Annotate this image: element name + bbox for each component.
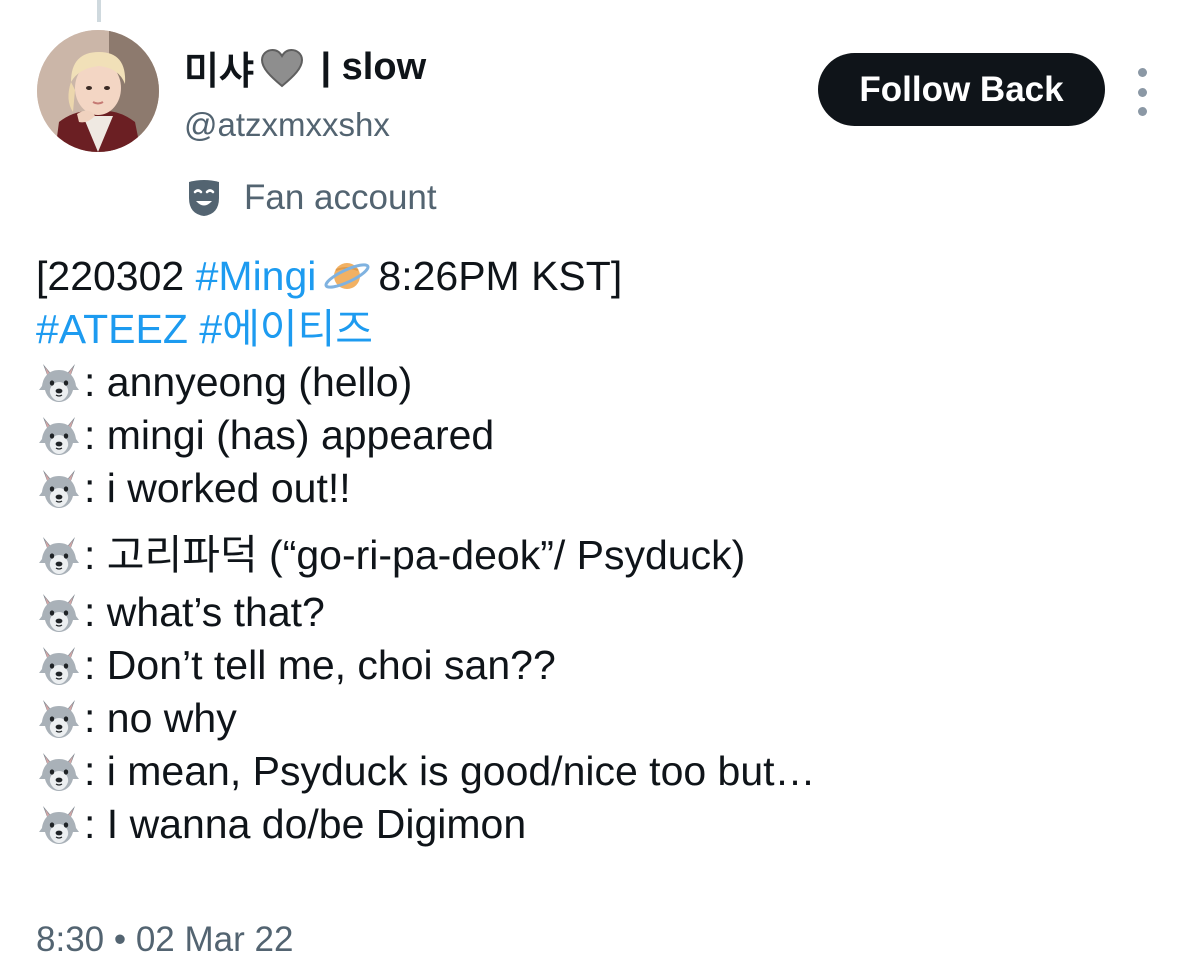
dialogue-text: : mingi (has) appeared <box>84 412 495 458</box>
dialogue-text: : no why <box>84 695 237 741</box>
display-name[interactable]: 미샤 | slow <box>184 40 426 95</box>
dialogue-line: : i worked out!! <box>36 462 1176 515</box>
dialogue-line: : annyeong (hello) <box>36 356 1176 409</box>
wolf-face-icon <box>36 590 82 634</box>
dialogue-line: : Don’t tell me, choi san?? <box>36 639 1176 692</box>
dialogue-text: : what’s that? <box>84 589 325 635</box>
wolf-face-icon <box>36 696 82 740</box>
dialogue-text: : I wanna do/be Digimon <box>84 801 527 847</box>
grey-heart-icon <box>260 48 303 87</box>
tweet-timestamp[interactable]: 8:30 • 02 Mar 22 <box>36 920 293 960</box>
ringed-planet-icon <box>324 263 370 289</box>
hashtag-mingi[interactable]: #Mingi <box>196 253 317 299</box>
dialogue-line: : what’s that? <box>36 586 1176 639</box>
dialogue-line: : 고리파덕 (“go-ri-pa-deok”/ Psyduck) <box>36 529 1176 582</box>
account-label[interactable]: Fan account <box>186 178 437 218</box>
display-name-prefix: 미샤 <box>184 51 254 93</box>
wolf-face-icon <box>36 533 82 577</box>
wolf-face-icon <box>36 413 82 457</box>
avatar[interactable] <box>37 30 159 152</box>
user-handle[interactable]: @atzxmxxshx <box>184 106 390 144</box>
dialogue-line: : no why <box>36 692 1176 745</box>
wolf-face-icon <box>36 643 82 687</box>
dialogue-text: : annyeong (hello) <box>84 359 413 405</box>
account-label-text: Fan account <box>244 178 437 217</box>
dialogue-text: : i mean, Psyduck is good/nice too but… <box>84 748 816 794</box>
tweet-header-line: [220302 #Mingi 8:26PM KST] <box>36 250 1176 303</box>
thread-connector-line <box>97 0 101 22</box>
more-dot <box>1137 68 1147 77</box>
avatar-photo <box>37 30 159 152</box>
wolf-face-icon <box>36 749 82 793</box>
dialogue-text: : 고리파덕 (“go-ri-pa-deok”/ Psyduck) <box>84 532 746 578</box>
more-dot <box>1137 87 1147 97</box>
tweet-text: [220302 #Mingi 8:26PM KST] #ATEEZ #에이티즈 :… <box>36 250 1176 851</box>
wolf-face-icon <box>36 466 82 510</box>
more-dot <box>1137 107 1147 116</box>
date-prefix: [220302 <box>36 253 196 299</box>
dialogue-line: : i mean, Psyduck is good/nice too but… <box>36 745 1176 798</box>
time-suffix: 8:26PM KST] <box>378 253 623 299</box>
wolf-face-icon <box>36 360 82 404</box>
dialogue-line: : I wanna do/be Digimon <box>36 798 1176 851</box>
dialogue-text: : i worked out!! <box>84 465 351 511</box>
dialogue-line: : mingi (has) appeared <box>36 409 1176 462</box>
hashtag-line[interactable]: #ATEEZ #에이티즈 <box>36 303 1176 356</box>
wolf-face-icon <box>36 802 82 846</box>
theater-mask-icon <box>189 180 219 216</box>
display-name-suffix: | slow <box>309 46 427 88</box>
follow-back-button[interactable]: Follow Back <box>818 53 1105 126</box>
dialogue-text: : Don’t tell me, choi san?? <box>84 642 556 688</box>
more-options-icon[interactable] <box>1128 68 1156 116</box>
